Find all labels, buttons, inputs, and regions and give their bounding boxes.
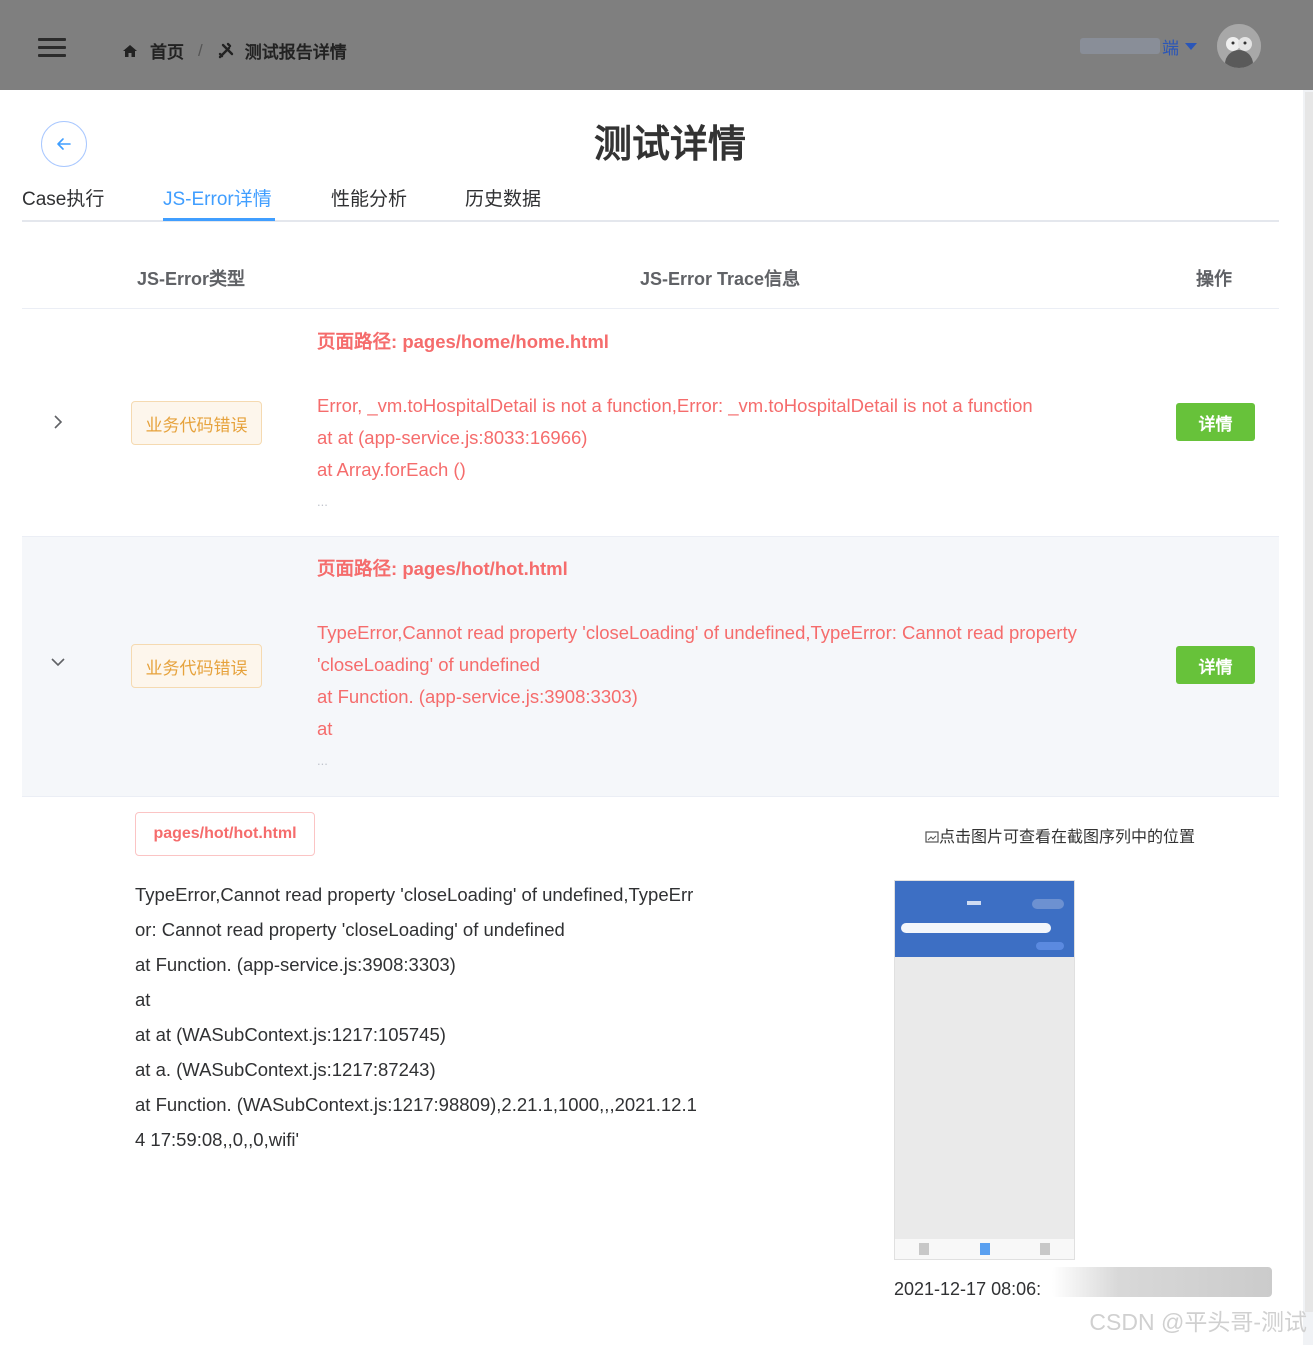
trace-ellipsis: ... (317, 494, 328, 509)
detail-button[interactable]: 详情 (1176, 646, 1255, 684)
error-type-tag: 业务代码错误 (131, 644, 262, 688)
error-type-tag: 业务代码错误 (131, 401, 262, 445)
breadcrumb-home-label: 首页 (150, 43, 184, 62)
page-path-tag: pages/hot/hot.html (135, 812, 315, 856)
scrollbar[interactable] (1305, 92, 1313, 1312)
watermark: CSDN @平头哥-测试 (1089, 1309, 1307, 1335)
stack-line: at Function. (app-service.js:3908:3303) (135, 954, 456, 975)
table-row: 业务代码错误 页面路径: pages/hot/hot.html TypeErro… (22, 537, 1279, 797)
trace-info: 页面路径: pages/hot/hot.html TypeError,Canno… (317, 553, 1147, 777)
chevron-down-icon[interactable] (50, 654, 66, 670)
trace-ellipsis: ... (317, 753, 328, 768)
chevron-right-icon[interactable] (50, 414, 66, 430)
page-path-label: 页面路径: (317, 331, 403, 352)
stack-line: at Function. (WASubContext.js:1217:98809… (135, 1094, 697, 1115)
column-header-trace: JS-Error Trace信息 (640, 269, 801, 289)
tab-bar: Case执行 JS-Error详情 性能分析 历史数据 (22, 180, 1279, 222)
home-icon (123, 44, 137, 57)
breadcrumb-home[interactable]: 首页 (122, 38, 184, 63)
caret-down-icon[interactable] (1185, 42, 1197, 50)
expanded-row-detail: pages/hot/hot.html TypeError,Cannot read… (22, 797, 1279, 1320)
js-error-table: JS-Error类型 JS-Error Trace信息 操作 业务代码错误 页面… (22, 242, 1279, 797)
tools-icon (218, 42, 233, 58)
breadcrumb: 首页 / 测试报告详情 (122, 38, 347, 63)
column-header-type: JS-Error类型 (137, 269, 246, 289)
thumbnail-tabbar (895, 1239, 1074, 1259)
stack-line: at at (WASubContext.js:1217:105745) (135, 1024, 446, 1045)
top-navbar: 首页 / 测试报告详情 端 (0, 0, 1313, 90)
tab-performance-analysis[interactable]: 性能分析 (331, 184, 407, 211)
user-name-blurred (1080, 38, 1160, 54)
page-path-value: pages/hot/hot.html (402, 558, 568, 579)
table-row: 业务代码错误 页面路径: pages/home/home.html Error,… (22, 309, 1279, 537)
trace-line: at Function. (app-service.js:3908:3303) (317, 686, 638, 707)
error-stack: TypeError,Cannot read property 'closeLoa… (135, 877, 735, 1157)
stack-line: at a. (WASubContext.js:1217:87243) (135, 1059, 436, 1080)
trace-line: at (317, 718, 333, 739)
page-path: 页面路径: pages/home/home.html (317, 326, 1147, 358)
trace-line: 'closeLoading' of undefined (317, 654, 541, 675)
page-path-value: pages/home/home.html (402, 331, 609, 352)
table-header: JS-Error类型 JS-Error Trace信息 操作 (22, 242, 1279, 309)
detail-button[interactable]: 详情 (1176, 403, 1255, 441)
active-tab-indicator (163, 218, 275, 221)
trace-info: 页面路径: pages/home/home.html Error, _vm.to… (317, 326, 1147, 518)
page-path-label: 页面路径: (317, 558, 403, 579)
trace-line: Error, _vm.toHospitalDetail is not a fun… (317, 395, 1033, 416)
tab-history-data[interactable]: 历史数据 (465, 184, 541, 211)
tab-case-execution[interactable]: Case执行 (22, 184, 104, 211)
trace-line: TypeError,Cannot read property 'closeLoa… (317, 622, 1077, 643)
user-menu[interactable]: 端 (1080, 24, 1261, 68)
screenshot-hint: 点击图片可查看在截图序列中的位置 (925, 823, 1195, 847)
image-icon (925, 831, 939, 843)
page-path: 页面路径: pages/hot/hot.html (317, 553, 1147, 585)
page-title: 测试详情 (593, 124, 746, 166)
thumbnail-search-bar (901, 923, 1051, 933)
stack-line: 4 17:59:08,,0,,0,wifi' (135, 1129, 299, 1150)
error-screenshot-thumbnail[interactable] (894, 880, 1075, 1260)
stack-line: TypeError,Cannot read property 'closeLoa… (135, 884, 694, 905)
thumbnail-header (895, 881, 1074, 957)
column-header-action: 操作 (1196, 269, 1232, 289)
menu-toggle-icon[interactable] (38, 38, 66, 58)
blurred-overlay (1052, 1267, 1272, 1297)
stack-line: or: Cannot read property 'closeLoading' … (135, 919, 565, 940)
breadcrumb-separator: / (198, 40, 203, 60)
trace-line: at Array.forEach () (317, 459, 466, 480)
breadcrumb-current: 测试报告详情 (217, 38, 347, 63)
user-name[interactable]: 端 (1162, 34, 1179, 59)
stack-line: at (135, 989, 151, 1010)
avatar[interactable] (1217, 24, 1261, 68)
screenshot-timestamp: 2021-12-17 08:06: (894, 1279, 1042, 1299)
trace-line: at at (app-service.js:8033:16966) (317, 427, 588, 448)
breadcrumb-current-label: 测试报告详情 (244, 43, 347, 62)
screenshot-hint-text: 点击图片可查看在截图序列中的位置 (939, 829, 1196, 846)
tab-js-error-detail[interactable]: JS-Error详情 (163, 184, 272, 211)
